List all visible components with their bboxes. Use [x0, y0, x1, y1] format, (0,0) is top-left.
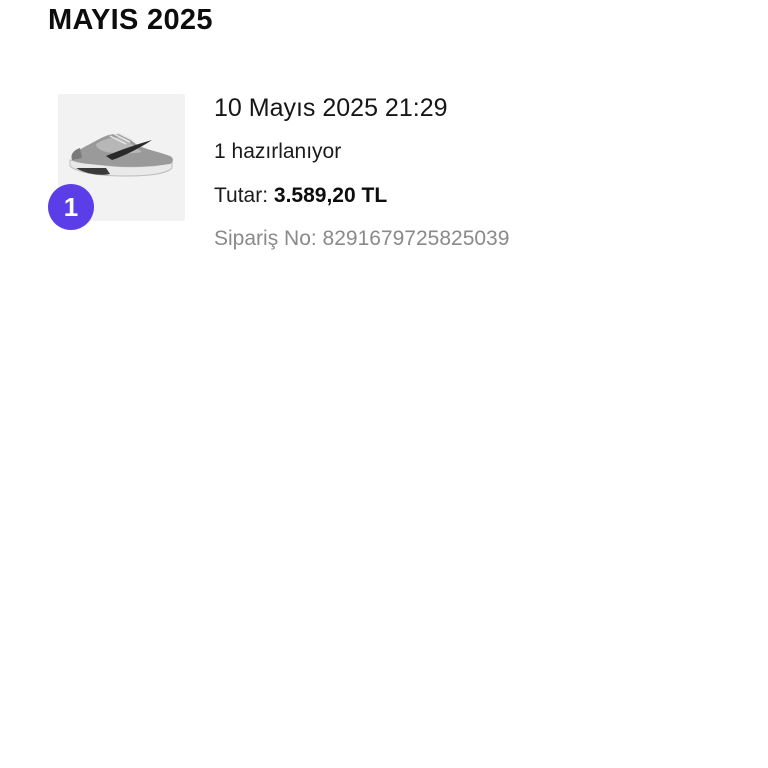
order-date: 10 Mayıs 2025 21:29 — [214, 94, 448, 122]
order-number: Sipariş No: 8291679725825039 — [214, 227, 510, 250]
item-count-badge: 1 — [48, 184, 94, 230]
order-status: 1 hazırlanıyor — [214, 140, 342, 163]
order-total: Tutar: 3.589,20 TL — [214, 184, 387, 208]
order-total-label: Tutar: — [214, 184, 269, 207]
order-card[interactable]: 1 10 Mayıs 2025 21:29 1 hazırlanıyor Tut… — [48, 92, 728, 262]
order-total-amount: 3.589,20 TL — [273, 184, 388, 207]
month-heading: MAYIS 2025 — [48, 4, 213, 36]
sneaker-image — [69, 132, 173, 177]
